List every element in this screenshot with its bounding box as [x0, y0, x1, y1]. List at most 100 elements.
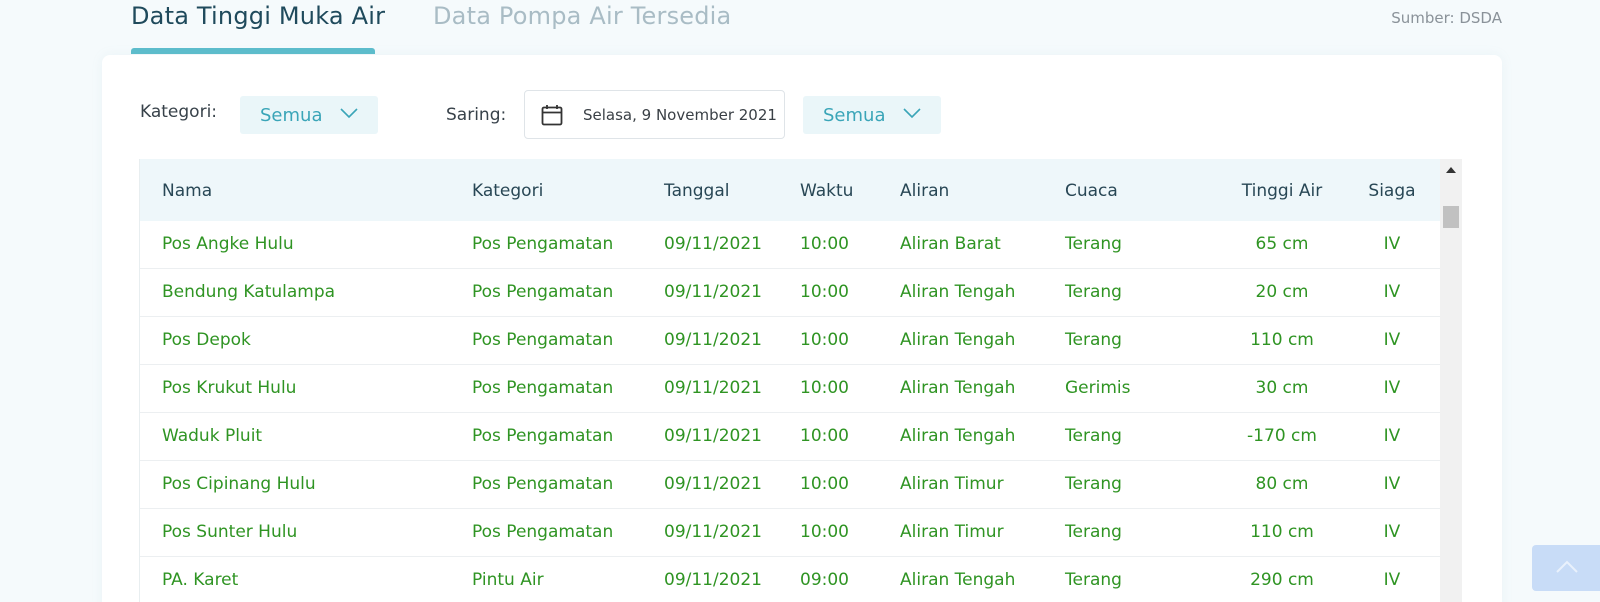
cell-tinggi-air: 110 cm	[1250, 522, 1314, 542]
column-header-waktu[interactable]: Waktu	[800, 181, 853, 201]
cell-siaga: IV	[1383, 570, 1401, 590]
source-label: Sumber: DSDA	[1391, 9, 1502, 27]
column-header-siaga[interactable]: Siaga	[1362, 181, 1422, 201]
cell-cuaca: Terang	[1065, 474, 1122, 494]
cell-cuaca: Gerimis	[1065, 378, 1131, 398]
cell-kategori: Pos Pengamatan	[472, 378, 614, 398]
cell-tanggal: 09/11/2021	[664, 234, 762, 254]
back-to-top-button[interactable]	[1532, 545, 1600, 591]
cell-tinggi-air: 80 cm	[1255, 474, 1309, 494]
date-value: Selasa, 9 November 2021	[583, 106, 777, 124]
table-row[interactable]: Waduk Pluit Pos Pengamatan 09/11/2021 10…	[140, 413, 1440, 461]
cell-kategori: Pos Pengamatan	[472, 282, 614, 302]
cell-tanggal: 09/11/2021	[664, 570, 762, 590]
cell-waktu: 09:00	[800, 570, 849, 590]
cell-tanggal: 09/11/2021	[664, 282, 762, 302]
cell-cuaca: Terang	[1065, 282, 1122, 302]
cell-nama: Pos Krukut Hulu	[162, 378, 297, 398]
cell-cuaca: Terang	[1065, 234, 1122, 254]
date-picker[interactable]: Selasa, 9 November 2021	[524, 90, 785, 139]
cell-tanggal: 09/11/2021	[664, 522, 762, 542]
chevron-down-icon	[340, 108, 358, 119]
table-header: Nama Kategori Tanggal Waktu Aliran Cuaca…	[140, 159, 1440, 221]
cell-waktu: 10:00	[800, 474, 849, 494]
table-row[interactable]: Pos Angke Hulu Pos Pengamatan 09/11/2021…	[140, 221, 1440, 269]
column-header-kategori[interactable]: Kategori	[472, 181, 543, 201]
saring-select[interactable]: Semua	[803, 96, 941, 134]
page: Data Tinggi Muka Air Data Pompa Air Ters…	[0, 0, 1600, 602]
chevron-up-icon	[1556, 560, 1578, 573]
cell-siaga: IV	[1383, 234, 1401, 254]
cell-aliran: Aliran Tengah	[900, 426, 1016, 446]
table-row[interactable]: Pos Depok Pos Pengamatan 09/11/2021 10:0…	[140, 317, 1440, 365]
cell-waktu: 10:00	[800, 522, 849, 542]
cell-nama: Pos Depok	[162, 330, 251, 350]
cell-tinggi-air: 30 cm	[1255, 378, 1309, 398]
cell-aliran: Aliran Tengah	[900, 570, 1016, 590]
table-row[interactable]: PA. Karet Pintu Air 09/11/2021 09:00 Ali…	[140, 557, 1440, 602]
column-header-aliran[interactable]: Aliran	[900, 181, 949, 201]
kategori-select[interactable]: Semua	[240, 96, 378, 134]
cell-nama: Pos Cipinang Hulu	[162, 474, 316, 494]
cell-siaga: IV	[1383, 330, 1401, 350]
cell-kategori: Pos Pengamatan	[472, 234, 614, 254]
cell-tinggi-air: 20 cm	[1255, 282, 1309, 302]
tab-data-tinggi-muka-air[interactable]: Data Tinggi Muka Air	[131, 2, 385, 30]
cell-siaga: IV	[1383, 282, 1401, 302]
cell-cuaca: Terang	[1065, 330, 1122, 350]
cell-siaga: IV	[1383, 378, 1401, 398]
kategori-select-value: Semua	[260, 104, 323, 126]
cell-nama: Bendung Katulampa	[162, 282, 336, 302]
table-row[interactable]: Bendung Katulampa Pos Pengamatan 09/11/2…	[140, 269, 1440, 317]
cell-aliran: Aliran Barat	[900, 234, 1001, 254]
cell-tanggal: 09/11/2021	[664, 474, 762, 494]
cell-waktu: 10:00	[800, 234, 849, 254]
column-header-nama[interactable]: Nama	[162, 181, 212, 201]
active-tab-indicator	[131, 48, 375, 54]
scroll-thumb[interactable]	[1443, 206, 1459, 228]
cell-aliran: Aliran Tengah	[900, 330, 1016, 350]
cell-cuaca: Terang	[1065, 570, 1122, 590]
cell-aliran: Aliran Timur	[900, 522, 1004, 542]
cell-aliran: Aliran Tengah	[900, 282, 1016, 302]
cell-tanggal: 09/11/2021	[664, 426, 762, 446]
cell-aliran: Aliran Timur	[900, 474, 1004, 494]
chevron-down-icon	[903, 108, 921, 119]
cell-kategori: Pos Pengamatan	[472, 330, 614, 350]
cell-cuaca: Terang	[1065, 426, 1122, 446]
column-header-tinggi-air[interactable]: Tinggi Air	[1207, 181, 1357, 201]
cell-siaga: IV	[1383, 522, 1401, 542]
cell-kategori: Pos Pengamatan	[472, 474, 614, 494]
table-row[interactable]: Pos Cipinang Hulu Pos Pengamatan 09/11/2…	[140, 461, 1440, 509]
cell-nama: Pos Sunter Hulu	[162, 522, 298, 542]
cell-kategori: Pintu Air	[472, 570, 544, 590]
scroll-up-arrow-icon[interactable]	[1446, 167, 1456, 173]
cell-waktu: 10:00	[800, 426, 849, 446]
table-row[interactable]: Pos Krukut Hulu Pos Pengamatan 09/11/202…	[140, 365, 1440, 413]
tab-data-pompa-air-tersedia[interactable]: Data Pompa Air Tersedia	[433, 2, 731, 30]
cell-waktu: 10:00	[800, 378, 849, 398]
cell-tanggal: 09/11/2021	[664, 378, 762, 398]
cell-tinggi-air: 110 cm	[1250, 330, 1314, 350]
cell-nama: Pos Angke Hulu	[162, 234, 294, 254]
kategori-label: Kategori:	[140, 102, 218, 122]
table-row[interactable]: Pos Sunter Hulu Pos Pengamatan 09/11/202…	[140, 509, 1440, 557]
cell-tinggi-air: 290 cm	[1250, 570, 1314, 590]
cell-tinggi-air: 65 cm	[1255, 234, 1309, 254]
cell-kategori: Pos Pengamatan	[472, 426, 614, 446]
cell-tanggal: 09/11/2021	[664, 330, 762, 350]
cell-waktu: 10:00	[800, 330, 849, 350]
cell-siaga: IV	[1383, 474, 1401, 494]
cell-cuaca: Terang	[1065, 522, 1122, 542]
cell-waktu: 10:00	[800, 282, 849, 302]
saring-select-value: Semua	[823, 104, 886, 126]
column-header-tanggal[interactable]: Tanggal	[664, 181, 730, 201]
cell-nama: PA. Karet	[162, 570, 239, 590]
saring-label: Saring:	[446, 105, 507, 125]
cell-tinggi-air: -170 cm	[1247, 426, 1317, 446]
column-header-cuaca[interactable]: Cuaca	[1065, 181, 1118, 201]
water-level-table: Nama Kategori Tanggal Waktu Aliran Cuaca…	[139, 159, 1463, 602]
table-scrollbar[interactable]	[1440, 159, 1462, 602]
cell-nama: Waduk Pluit	[162, 426, 263, 446]
calendar-icon	[541, 105, 563, 126]
